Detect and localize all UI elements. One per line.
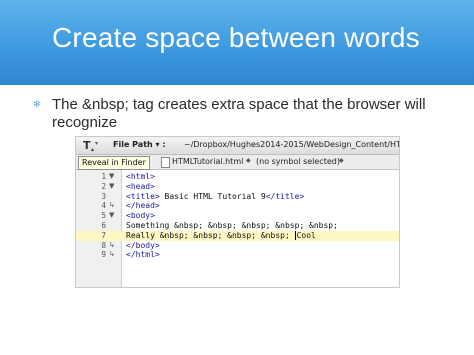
fold-end-icon: ↳ (109, 240, 115, 249)
html-tag-token: <head> (126, 181, 155, 191)
text-token: Really &nbsp; &nbsp; &nbsp; &nbsp; (126, 230, 295, 240)
code-text: Something &nbsp; &nbsp; &nbsp; &nbsp; &n… (126, 221, 338, 231)
text-token: Cool (296, 230, 316, 240)
file-path-value: ~/Dropbox/Hughes2014-2015/WebDesign_Cont… (184, 140, 400, 149)
code-text: </html> (126, 250, 160, 260)
html-tag-token: <html> (126, 172, 155, 181)
code-line[interactable]: 1 ▼ <html> (76, 172, 399, 182)
slide-title: Create space between words (52, 22, 420, 53)
file-name-selector[interactable]: HTMLTutorial.html (172, 157, 243, 166)
code-text: <body> (126, 211, 155, 221)
code-line[interactable]: 5 ▼ <body> (76, 211, 399, 221)
code-line-current[interactable]: 7 Really &nbsp; &nbsp; &nbsp; &nbsp; Cool (76, 230, 399, 241)
code-text: <title> Basic HTML Tutorial 9</title> (126, 192, 304, 202)
code-line[interactable]: 8 ↳ </body> (76, 241, 399, 251)
html-tag-token: <body> (126, 211, 155, 221)
text-options-sub-icon: ▴ (91, 146, 95, 153)
text-token: Something &nbsp; &nbsp; &nbsp; &nbsp; &n… (126, 220, 338, 230)
line-number: 2 (101, 181, 106, 191)
line-number: 8 (101, 240, 106, 250)
text-cursor (294, 230, 296, 240)
html-tag-token: </body> (126, 240, 160, 250)
code-text: Really &nbsp; &nbsp; &nbsp; &nbsp; Cool (126, 230, 316, 241)
code-text: <html> (126, 172, 155, 182)
line-number: 6 (101, 220, 106, 230)
text-options-icon[interactable]: T (83, 139, 91, 152)
html-tag-token: <title> (126, 191, 160, 201)
code-editor-screenshot: T ▴ ▾ File Path ▾ : ~/Dropbox/Hughes2014… (75, 136, 400, 288)
chevron-down-icon[interactable]: ◆ (246, 157, 251, 164)
code-line[interactable]: 6 Something &nbsp; &nbsp; &nbsp; &nbsp; &… (76, 221, 399, 231)
code-text: <head> (126, 182, 155, 192)
text-token: Basic HTML Tutorial 9 (159, 191, 266, 201)
fold-end-icon: ↳ (109, 250, 115, 259)
bullet-marker-icon: ✻ (33, 99, 41, 109)
html-tag-token: </head> (126, 201, 160, 211)
code-text: </head> (126, 201, 160, 211)
editor-toolbar: T ▴ ▾ File Path ▾ : ~/Dropbox/Hughes2014… (76, 137, 399, 155)
html-tag-token: </title> (265, 191, 305, 201)
fold-arrow-icon[interactable]: ▼ (109, 211, 114, 221)
file-path-label[interactable]: File Path ▾ : (113, 140, 166, 149)
code-line[interactable]: 9 ↳ </html> (76, 250, 399, 260)
code-text: </body> (126, 241, 160, 251)
line-number: 3 (101, 191, 106, 201)
fold-end-icon: ↳ (109, 201, 115, 210)
chevron-down-icon[interactable]: ▾ (95, 140, 98, 147)
code-line[interactable]: 2 ▼ <head> (76, 182, 399, 192)
line-number: 7 (101, 230, 106, 240)
fold-arrow-icon[interactable]: ▼ (109, 182, 114, 192)
chevron-down-icon[interactable]: ◆ (339, 157, 344, 164)
code-line[interactable]: 3 <title> Basic HTML Tutorial 9</title> (76, 192, 399, 202)
symbol-selector[interactable]: (no symbol selected) (256, 157, 340, 166)
line-number: 4 (101, 201, 106, 211)
document-icon (161, 157, 170, 168)
reveal-in-finder-tooltip: Reveal in Finder (78, 156, 150, 170)
code-area[interactable]: 1 ▼ <html> 2 ▼ <head> 3 <title> Basic HTML Tuto… (76, 172, 399, 260)
bullet-text: The &nbsp; tag creates extra space that … (52, 96, 426, 131)
fold-arrow-icon[interactable]: ▼ (109, 172, 114, 182)
line-number: 9 (101, 250, 106, 260)
line-number: 5 (101, 211, 106, 221)
html-tag-token: </html> (126, 250, 160, 260)
line-number: 1 (101, 172, 106, 181)
editor-navigation-bar: Reveal in Finder HTMLTutorial.html ◆ (no… (76, 155, 399, 170)
code-line[interactable]: 4 ↳ </head> (76, 201, 399, 211)
